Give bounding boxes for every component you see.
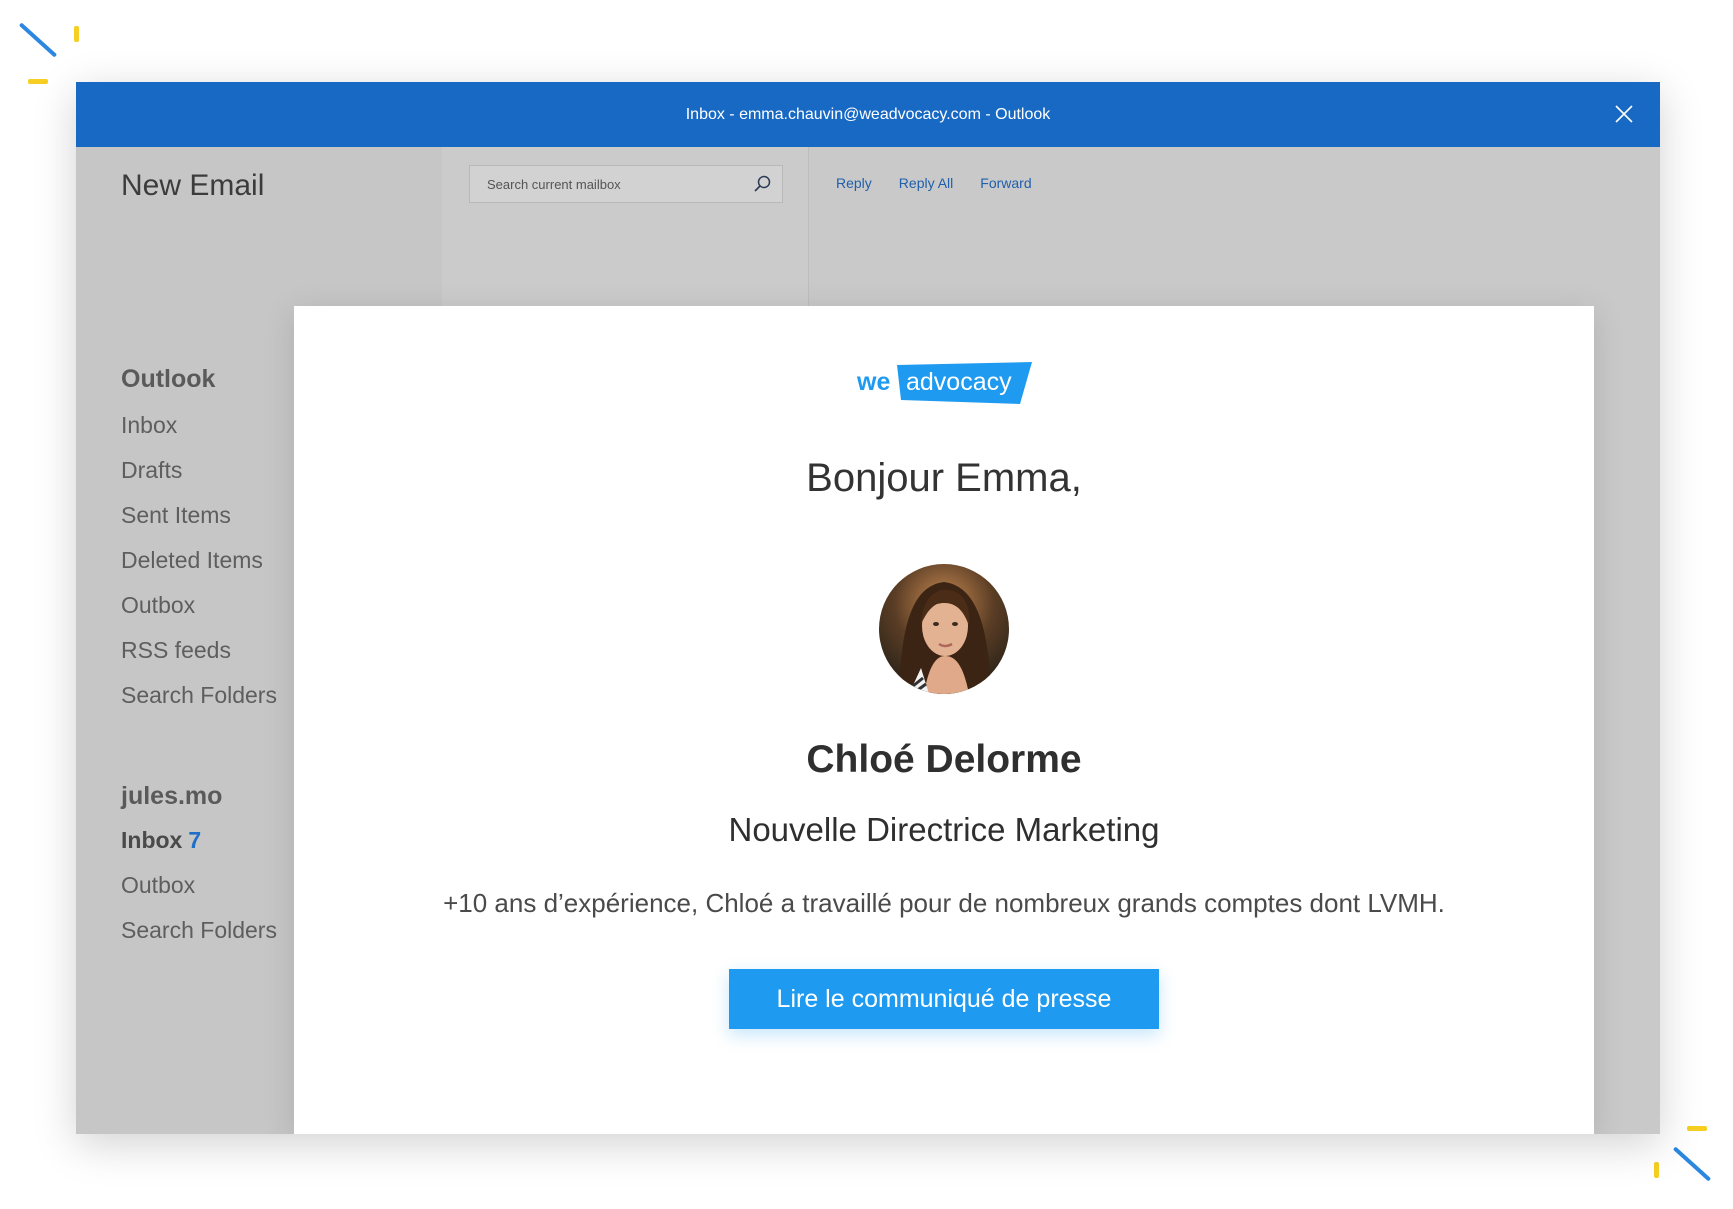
folder-item-inbox[interactable]: Inbox [121,412,177,439]
unread-count: 7 [188,827,202,853]
folder-item-search-2[interactable]: Search Folders [121,917,277,944]
window-title: Inbox - emma.chauvin@weadvocacy.com - Ou… [685,105,1051,123]
email-content-card: we advocacy Bonjour Emma, Chloé Delorme … [294,306,1594,1134]
folder-group-title[interactable]: Outlook [121,365,215,394]
svg-text:advocacy: advocacy [906,368,1012,396]
decorative-spark [74,26,79,42]
folder-item-inbox-2[interactable]: Inbox 7 [121,827,201,854]
search-icon[interactable] [752,174,772,194]
person-role: Nouvelle Directrice Marketing [728,811,1160,848]
decorative-spark [1687,1126,1707,1131]
close-icon [1615,105,1633,123]
folder-item-drafts[interactable]: Drafts [121,457,182,484]
folder-item-outbox[interactable]: Outbox [121,592,195,619]
avatar [879,564,1009,694]
folder-item-search[interactable]: Search Folders [121,682,277,709]
weadvocacy-logo: we advocacy [857,362,1032,404]
folder-item-rss[interactable]: RSS feeds [121,637,231,664]
decorative-spark [1672,1146,1712,1182]
folder-group-title[interactable]: jules.mo [121,782,222,811]
decorative-spark [1654,1162,1659,1178]
brand-logo: we advocacy [857,362,1032,404]
forward-button[interactable]: Forward [980,175,1031,191]
close-button[interactable] [1612,102,1636,126]
folder-item-outbox-2[interactable]: Outbox [121,872,195,899]
search-input[interactable]: Search current mailbox [469,165,783,203]
decorative-spark [28,79,48,84]
reply-button[interactable]: Reply [836,175,872,191]
folder-item-label: Inbox [121,827,183,853]
folder-item-sent[interactable]: Sent Items [121,502,231,529]
person-name: Chloé Delorme [806,738,1082,781]
press-release-button[interactable]: Lire le communiqué de presse [729,969,1159,1029]
search-placeholder: Search current mailbox [487,176,621,192]
decorative-spark [18,22,58,58]
new-email-button[interactable]: New Email [121,169,264,203]
greeting-heading: Bonjour Emma, [806,456,1082,500]
message-actions: Reply Reply All Forward [836,175,1032,191]
outlook-window: Inbox - emma.chauvin@weadvocacy.com - Ou… [76,82,1660,1134]
title-bar: Inbox - emma.chauvin@weadvocacy.com - Ou… [76,82,1660,147]
portrait-photo [879,564,1009,694]
svg-text:we: we [857,368,890,396]
person-description: +10 ans d’expérience, Chloé a travaillé … [443,888,1445,918]
folder-item-deleted[interactable]: Deleted Items [121,547,263,574]
reply-all-button[interactable]: Reply All [899,175,953,191]
